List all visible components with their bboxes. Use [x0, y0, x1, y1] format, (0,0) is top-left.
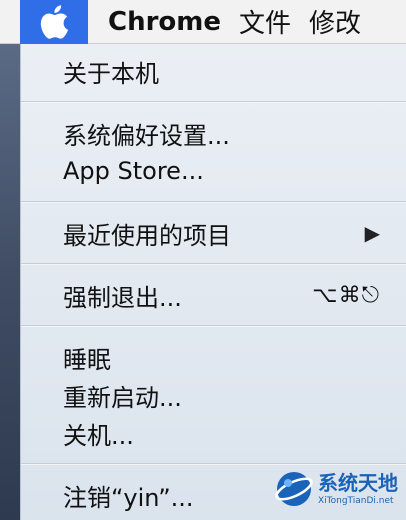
apple-logo-icon [40, 4, 69, 39]
menu-group-preferences: 系统偏好设置... App Store... [21, 114, 406, 190]
menu-group-power: 睡眠 重新启动... 关机... [21, 338, 406, 452]
menu-item-label: 关机... [63, 421, 134, 450]
menu-group-about: 关于本机 [21, 52, 406, 90]
menu-item-shut-down[interactable]: 关机... [21, 414, 406, 452]
menu-item-app-store[interactable]: App Store... [21, 152, 406, 190]
menu-separator [21, 263, 406, 265]
apple-dropdown-menu: 关于本机 系统偏好设置... App Store... 最近使用的项目 ▶ 强制… [20, 44, 406, 520]
menu-group-force-quit: 强制退出... ⌥⌘⎋ [21, 276, 406, 314]
menu-item-label: 重新启动... [63, 383, 182, 412]
menu-bar: Chrome 文件 修改 [0, 0, 406, 44]
menu-item-label: 最近使用的项目 [63, 221, 231, 250]
menu-separator [21, 325, 406, 327]
menu-item-label: 睡眠 [63, 345, 111, 374]
menu-item-recent-items[interactable]: 最近使用的项目 ▶ [21, 214, 406, 252]
menu-separator [21, 101, 406, 103]
watermark-title: 系统天地 [318, 471, 398, 495]
menu-item-label: 系统偏好设置... [63, 121, 230, 150]
menu-group-recent: 最近使用的项目 ▶ [21, 214, 406, 252]
menu-item-force-quit[interactable]: 强制退出... ⌥⌘⎋ [21, 276, 406, 314]
submenu-arrow-icon: ▶ [364, 221, 380, 245]
menubar-item-file[interactable]: 文件 [221, 0, 291, 44]
menu-separator [21, 201, 406, 203]
site-watermark: 系统天地 XiTongTianDi.net [274, 464, 402, 514]
menu-item-label: 关于本机 [63, 59, 159, 88]
menubar-app-chrome[interactable]: Chrome [88, 0, 221, 44]
watermark-subtitle: XiTongTianDi.net [318, 496, 394, 506]
menu-item-system-preferences[interactable]: 系统偏好设置... [21, 114, 406, 152]
apple-menu-button[interactable] [20, 0, 88, 44]
watermark-logo-icon [275, 472, 313, 506]
menu-item-label: 强制退出... [63, 283, 182, 312]
menu-item-sleep[interactable]: 睡眠 [21, 338, 406, 376]
desktop-background [0, 44, 20, 520]
menu-item-label: App Store... [63, 157, 204, 185]
keyboard-shortcut: ⌥⌘⎋ [312, 282, 380, 308]
menu-item-label: 注销“yin”... [63, 483, 194, 512]
menubar-item-edit[interactable]: 修改 [291, 0, 361, 44]
menu-item-about-this-mac[interactable]: 关于本机 [21, 52, 406, 90]
menu-item-restart[interactable]: 重新启动... [21, 376, 406, 414]
